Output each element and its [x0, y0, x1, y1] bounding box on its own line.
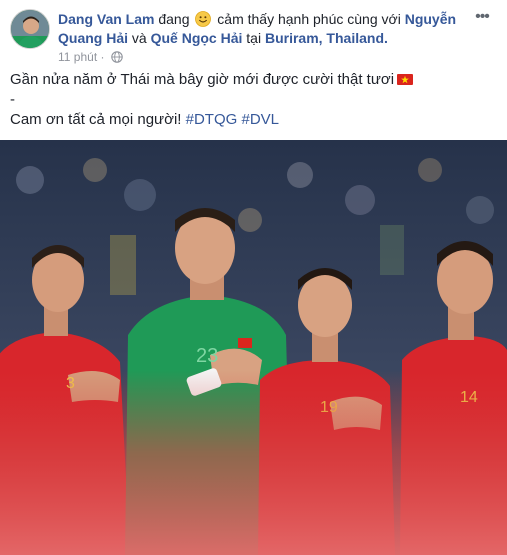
- post-line-2: -: [10, 91, 15, 108]
- timestamp[interactable]: 11 phút: [58, 50, 97, 64]
- post-line-3: Cam ơn tất cả mọi người! #DTQG #DVL: [10, 111, 280, 128]
- post-text: Gần nửa năm ở Thái mà bây giờ mới được c…: [10, 70, 490, 130]
- svg-text:23: 23: [196, 345, 218, 367]
- hashtag-dvl[interactable]: #DVL: [241, 111, 279, 128]
- post-line-1: Gần nửa năm ở Thái mà bây giờ mới được c…: [10, 70, 490, 90]
- post-headline: Dang Van Lam đang cảm thấy hạnh phúc cùn…: [58, 10, 478, 48]
- hashtag-dtqg[interactable]: #DTQG: [186, 111, 238, 128]
- feeling-prefix: đang: [158, 11, 190, 27]
- author-name[interactable]: Dang Van Lam: [58, 11, 154, 27]
- smiley-icon: [195, 11, 212, 27]
- conjunction: và: [131, 30, 147, 46]
- vietnam-flag-icon: [397, 71, 414, 85]
- location-link[interactable]: Buriram, Thailand.: [265, 30, 388, 46]
- tagged-friend-2[interactable]: Quế Ngọc Hải: [151, 30, 243, 46]
- feeling-text: cảm thấy hạnh phúc cùng với: [217, 11, 401, 27]
- post-meta: 11 phút ·: [58, 50, 123, 64]
- more-options-icon[interactable]: •••: [472, 9, 492, 26]
- post-header: Dang Van Lam đang cảm thấy hạnh phúc cùn…: [10, 8, 500, 64]
- avatar[interactable]: [10, 9, 50, 49]
- post-photo[interactable]: 3 23 19: [0, 140, 507, 555]
- at-word: tại: [246, 30, 262, 46]
- globe-icon: [111, 51, 123, 63]
- facebook-post: Dang Van Lam đang cảm thấy hạnh phúc cùn…: [0, 0, 507, 555]
